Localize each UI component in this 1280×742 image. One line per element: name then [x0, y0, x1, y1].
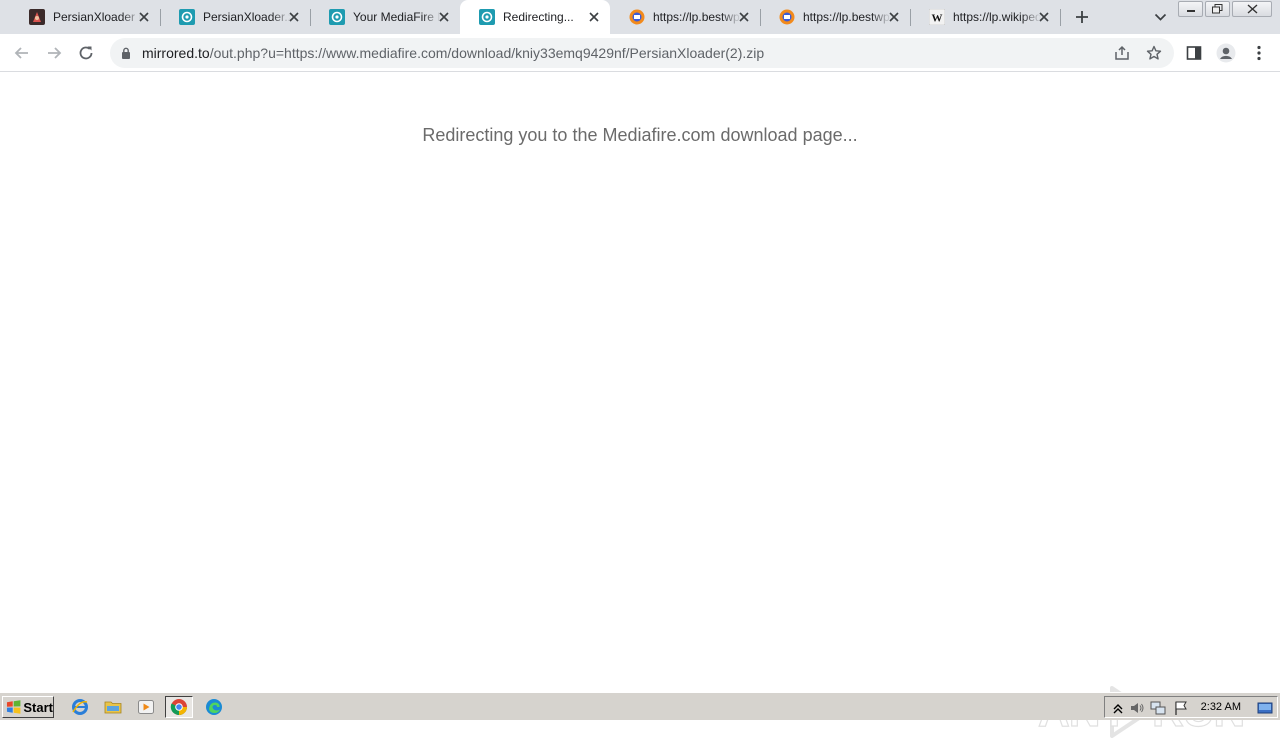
tab-strip: PersianXloader Desktop PersianXloader.zi…	[0, 0, 1280, 34]
close-icon[interactable]	[138, 11, 150, 23]
close-icon[interactable]	[1038, 11, 1050, 23]
firefox-favicon-icon	[629, 9, 645, 25]
restore-button[interactable]	[1205, 1, 1230, 17]
show-desktop-icon[interactable]	[1257, 700, 1273, 716]
reload-icon[interactable]	[77, 44, 95, 62]
forward-arrow-icon[interactable]	[45, 44, 63, 62]
network-icon[interactable]	[1150, 700, 1166, 716]
start-button[interactable]: Start	[2, 696, 54, 718]
windows-flag-icon	[6, 700, 21, 714]
url-path: /out.php?u=https://www.mediafire.com/dow…	[209, 45, 765, 61]
address-bar[interactable]: mirrored.to/out.php?u=https://www.mediaf…	[110, 38, 1174, 68]
windows-taskbar: Start 2:32 AM	[0, 692, 1280, 720]
lock-icon[interactable]	[121, 47, 131, 59]
taskbar-edge[interactable]	[200, 696, 228, 718]
taskbar-internet-explorer[interactable]	[66, 696, 94, 718]
close-icon[interactable]	[438, 11, 450, 23]
url-text[interactable]: mirrored.to/out.php?u=https://www.mediaf…	[142, 45, 764, 61]
close-icon[interactable]	[888, 11, 900, 23]
firefox-favicon-icon	[779, 9, 795, 25]
tab-redirecting[interactable]: Redirecting...	[460, 0, 610, 34]
window-close-button[interactable]	[1232, 1, 1272, 17]
action-center-flag-icon[interactable]	[1173, 700, 1189, 716]
restore-icon	[1212, 4, 1223, 14]
side-panel-icon[interactable]	[1185, 44, 1203, 62]
page-content: Redirecting you to the Mediafire.com dow…	[0, 72, 1280, 738]
clock[interactable]: 2:32 AM	[1201, 701, 1241, 713]
start-label: Start	[23, 699, 53, 715]
tab-search-chevron-down-icon[interactable]	[1154, 12, 1167, 22]
bookmark-star-icon[interactable]	[1146, 45, 1162, 61]
tab-persianxloader[interactable]: PersianXloader Desktop	[10, 0, 161, 34]
persianxloader-favicon-icon	[29, 9, 45, 25]
tab-title: https://lp.bestwpro	[653, 10, 741, 24]
taskbar-chrome[interactable]	[165, 696, 193, 718]
redirect-message: Redirecting you to the Mediafire.com dow…	[422, 125, 858, 145]
profile-avatar-icon[interactable]	[1216, 43, 1236, 63]
close-icon	[1247, 4, 1257, 14]
tab-bestwpro-1[interactable]: https://lp.bestwpro	[610, 0, 761, 34]
show-hidden-icons-icon[interactable]	[1110, 700, 1126, 716]
svg-text:W: W	[932, 13, 943, 25]
back-arrow-icon[interactable]	[13, 44, 31, 62]
minimize-button[interactable]	[1178, 1, 1203, 17]
wikipedia-favicon-icon: W	[929, 9, 945, 25]
close-icon[interactable]	[288, 11, 300, 23]
mediafire-favicon-icon	[479, 9, 495, 25]
share-icon[interactable]	[1114, 45, 1130, 61]
tab-title: Redirecting...	[503, 10, 574, 24]
browser-toolbar: mirrored.to/out.php?u=https://www.mediaf…	[0, 34, 1280, 72]
new-tab-plus-icon[interactable]	[1074, 9, 1090, 25]
taskbar-file-explorer[interactable]	[99, 696, 127, 718]
tab-mediafire-link[interactable]: Your MediaFire Link	[310, 0, 460, 34]
tab-title: PersianXloader Desktop	[53, 10, 141, 24]
tab-bestwpro-2[interactable]: https://lp.bestwpro	[760, 0, 911, 34]
chrome-icon	[170, 699, 187, 715]
tab-title: PersianXloader.zip - MediaFire	[203, 10, 291, 24]
mediafire-favicon-icon	[329, 9, 345, 25]
tab-wikipedia[interactable]: W https://lp.wikipedia	[910, 0, 1061, 34]
media-player-icon	[138, 700, 154, 714]
tab-separator	[1060, 9, 1061, 26]
url-host: mirrored.to	[142, 45, 210, 61]
close-icon[interactable]	[738, 11, 750, 23]
close-icon[interactable]	[588, 11, 600, 23]
tab-persianxloader-zip[interactable]: PersianXloader.zip - MediaFire	[160, 0, 311, 34]
tab-title: Your MediaFire Link	[353, 10, 441, 24]
minimize-icon	[1186, 10, 1195, 12]
menu-kebab-icon[interactable]	[1250, 44, 1268, 62]
tab-title: https://lp.bestwpro	[803, 10, 891, 24]
tab-title: https://lp.wikipedia	[953, 10, 1041, 24]
mediafire-favicon-icon	[179, 9, 195, 25]
system-tray: 2:32 AM	[1104, 696, 1278, 718]
taskbar-media-player[interactable]	[132, 696, 160, 718]
speaker-icon[interactable]	[1129, 700, 1145, 716]
folder-icon	[104, 701, 122, 714]
edge-icon	[206, 699, 222, 715]
internet-explorer-icon	[72, 699, 88, 715]
window-controls	[1176, 1, 1272, 17]
